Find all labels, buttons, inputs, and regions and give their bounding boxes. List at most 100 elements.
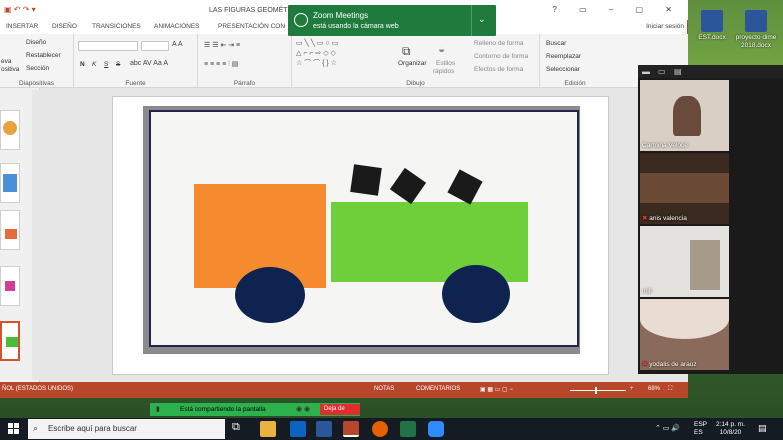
language-tray[interactable]: ESP ES <box>694 421 707 437</box>
webcam-icon <box>294 13 308 27</box>
layout-button[interactable]: Diseño <box>26 39 46 46</box>
slide-thumbnail[interactable] <box>0 266 20 306</box>
video-tile[interactable]: ✖ anis valencia <box>640 153 729 224</box>
desktop-icon-est[interactable]: EST.docx <box>688 10 736 42</box>
bullets-icon[interactable]: ☰ ☰ ⇤ ⇥ ≡ <box>204 41 240 49</box>
windows-start-icon[interactable] <box>8 423 20 435</box>
shapes-gallery-icon[interactable]: ▭ ╲ ╲ ▭ ○ ▭ △ ⌐ ⌐ ⇨ ◇ ◇ ☆ ⌒ ⌒ { } ☆ <box>296 39 338 69</box>
group-label: Edición <box>564 80 586 87</box>
reset-button[interactable]: Restablecer <box>26 52 61 59</box>
clock[interactable]: 2:14 p. m. 10/8/20 <box>716 421 745 437</box>
notifications-icon[interactable]: ▤ <box>758 423 767 434</box>
zoom-app-icon[interactable] <box>428 421 444 437</box>
window-controls[interactable]: ? ▭ – ▢ ✕ <box>552 5 682 14</box>
zoom-slider-thumb[interactable] <box>595 387 597 394</box>
participant-image <box>690 240 720 290</box>
underline-button[interactable]: S <box>104 61 108 68</box>
square-cargo-shape <box>350 164 382 196</box>
group-parrafo: ☰ ☰ ⇤ ⇥ ≡ ≡ ≡ ≡ ≡ ⫶ ▤ Párrafo <box>198 34 292 88</box>
slide-thumbnail-selected[interactable] <box>0 321 20 361</box>
tab-transiciones[interactable]: TRANSICIONES <box>92 23 141 30</box>
select-button[interactable]: Seleccionar <box>546 66 580 73</box>
firefox-icon[interactable] <box>372 421 388 437</box>
find-button[interactable]: Buscar <box>546 40 566 47</box>
windows-taskbar: ⌕ Escribe aquí para buscar ⧉ ⌃ ▭ 🔊 ESP E… <box>0 418 783 440</box>
shape-effects-button[interactable]: Efectos de forma <box>474 66 523 73</box>
quick-access-toolbar[interactable]: ▣ ↶ ↷ ▾ <box>4 5 36 14</box>
quick-styles-icon[interactable]: ◒ <box>438 42 445 56</box>
strike-button[interactable]: S <box>116 61 120 68</box>
section-button[interactable]: Sección <box>26 65 49 72</box>
font-size-field[interactable] <box>141 41 169 51</box>
chevron-down-icon[interactable]: ⌄ <box>478 14 486 25</box>
align-icons[interactable]: ≡ ≡ ≡ ≡ ⫶ ▤ <box>204 60 238 69</box>
truck-card <box>149 110 579 347</box>
replace-button[interactable]: Reemplazar <box>546 53 581 60</box>
arrange-icon[interactable]: ⧉ <box>402 44 411 59</box>
participant-image <box>640 299 729 339</box>
powerpoint-window: ▣ ↶ ↷ ▾ LAS FIGURAS GEOMÉTR ? ▭ – ▢ ✕ IN… <box>0 0 688 398</box>
slide-picture[interactable] <box>143 106 580 354</box>
zoom-plus-icon[interactable]: + <box>630 386 634 392</box>
task-view-icon[interactable]: ⧉ <box>232 421 248 437</box>
tab-animaciones[interactable]: ANIMACIONES <box>154 23 200 30</box>
comments-button[interactable]: COMENTARIOS <box>416 386 460 392</box>
quick-styles-button[interactable]: Estilos <box>436 60 455 67</box>
slide-thumbnail[interactable] <box>0 210 20 250</box>
notification-message: está usando la cámara web <box>313 23 399 30</box>
arrange-button[interactable]: Organizar <box>398 60 427 67</box>
tray-icons[interactable]: ⌃ ▭ 🔊 <box>655 424 680 432</box>
desktop-icon-proyecto[interactable]: proyecto dime 2018.docx <box>732 10 780 50</box>
zoom-webcam-notification[interactable]: Zoom Meetings está usando la cámara web … <box>288 5 496 36</box>
desktop-icon-label: proyecto dime 2018.docx <box>735 34 777 49</box>
font-grow-icon[interactable]: A A <box>172 41 183 48</box>
shield-icon: ◉ ◉ <box>296 406 311 413</box>
new-slide-button[interactable]: eva <box>1 58 11 65</box>
truck-wheel-circle <box>235 267 305 323</box>
publisher-icon[interactable] <box>400 421 416 437</box>
tab-diseno[interactable]: DISEÑO <box>52 23 77 30</box>
ribbon: eva ositiva Diseño Restablecer Sección D… <box>0 34 688 88</box>
zoom-level[interactable]: 68% <box>648 386 660 392</box>
quick-styles-label: rápidos <box>433 68 455 75</box>
file-explorer-icon[interactable] <box>260 421 276 437</box>
zoom-slider[interactable] <box>570 387 626 394</box>
notification-title: Zoom Meetings <box>313 11 369 20</box>
shape-fill-button[interactable]: Relleno de forma <box>474 40 524 47</box>
language-indicator[interactable]: ÑOL (ESTADOS UNIDOS) <box>2 386 73 392</box>
thumbnails-scrollbar[interactable] <box>32 90 40 380</box>
slide-editing-area <box>40 88 688 382</box>
view-buttons[interactable]: ▣ ▦ ▭ ▢ − <box>480 386 513 393</box>
italic-button[interactable]: K <box>92 61 96 68</box>
tab-presentacion[interactable]: PRESENTACIÓN CON <box>218 23 285 30</box>
participant-image <box>640 173 729 203</box>
bold-button[interactable]: N <box>80 61 85 68</box>
font-color-icon[interactable]: abc AV Aa A <box>130 60 168 67</box>
gallery-view-icon[interactable]: ▤ <box>674 67 682 76</box>
participant-image <box>673 96 701 136</box>
video-tile[interactable]: Carmina Veloce <box>640 80 729 151</box>
stop-share-button[interactable]: Deja de <box>320 404 360 415</box>
current-slide[interactable] <box>112 96 609 375</box>
minimize-icon[interactable]: ▬ <box>642 67 650 76</box>
fit-slide-icon[interactable]: ⛶ <box>668 386 672 393</box>
square-cargo-shape <box>389 167 427 205</box>
tab-insertar[interactable]: INSERTAR <box>6 23 38 30</box>
sharing-status: Está compartiendo la pantalla <box>180 406 266 413</box>
powerpoint-icon[interactable] <box>343 421 359 437</box>
participant-name: ✖ anis valencia <box>642 215 687 222</box>
font-name-field[interactable] <box>78 41 138 51</box>
sign-in-link[interactable]: Iniciar sesión <box>646 23 684 30</box>
slide-thumbnail[interactable] <box>0 163 20 203</box>
group-edicion: Buscar Reemplazar Seleccionar Edición <box>540 34 610 88</box>
word-icon[interactable] <box>316 421 332 437</box>
video-tile[interactable]: mili <box>640 226 729 297</box>
taskbar-search-input[interactable]: ⌕ Escribe aquí para buscar <box>28 419 225 439</box>
slide-thumbnail[interactable] <box>0 110 20 150</box>
grid-view-icon[interactable]: ▭ <box>658 67 666 76</box>
participant-name: Carmina Veloce <box>642 142 688 149</box>
notes-button[interactable]: NOTAS <box>374 386 394 392</box>
mail-icon[interactable] <box>290 421 306 437</box>
shape-outline-button[interactable]: Contorno de forma <box>474 53 528 60</box>
video-tile[interactable]: ✖ yodalis de arauz <box>640 299 729 370</box>
